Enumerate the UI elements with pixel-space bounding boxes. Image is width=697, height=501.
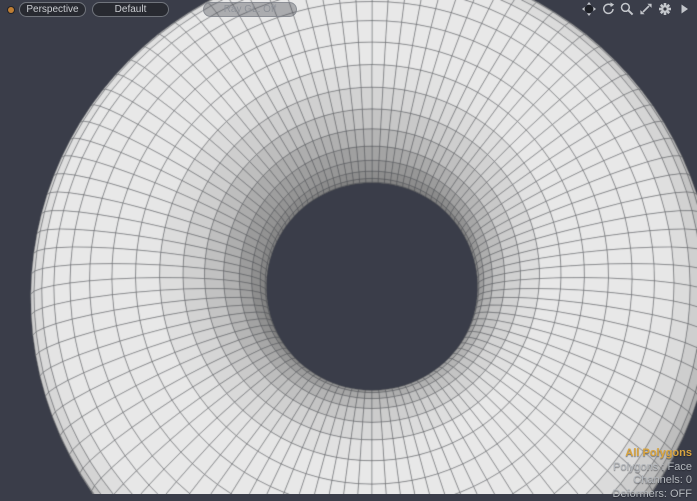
- perspective-view-button[interactable]: Perspective: [19, 2, 86, 17]
- move-icon[interactable]: [582, 2, 596, 16]
- polygons-mode-label: Polygons : Face: [613, 461, 692, 475]
- gear-icon[interactable]: [658, 2, 672, 16]
- menu-arrow-icon[interactable]: [677, 2, 691, 16]
- ray-gl-toggle-button[interactable]: Ray GL: Off: [203, 2, 297, 17]
- magnify-icon[interactable]: [620, 2, 634, 16]
- viewport-controls: [582, 2, 691, 16]
- viewport-status-readout: All Polygons Polygons : Face Channels: 0…: [613, 447, 692, 501]
- expand-icon[interactable]: [639, 2, 653, 16]
- rotate-icon[interactable]: [601, 2, 615, 16]
- 3d-viewport-canvas[interactable]: [0, 0, 697, 494]
- deformers-state-label: Deformers: OFF: [613, 488, 692, 501]
- selection-set-label: All Polygons: [613, 447, 692, 461]
- shading-style-button[interactable]: Default: [92, 2, 169, 17]
- channels-count-label: Channels: 0: [613, 474, 692, 488]
- modeling-viewport-window: { "toolbar": { "indicator_color": "#bf7e…: [0, 0, 697, 494]
- viewport-indicator-dot[interactable]: [8, 7, 14, 13]
